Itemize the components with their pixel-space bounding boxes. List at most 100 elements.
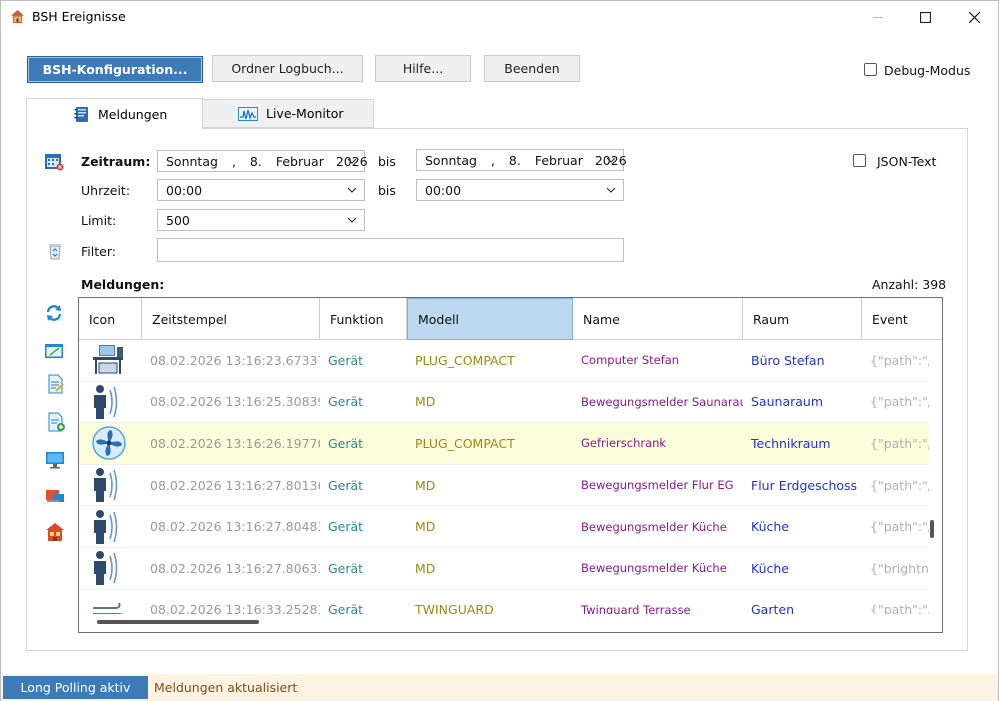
computer-desk-icon: [79, 340, 142, 381]
cell-name: Bewegungsmelder Küche: [581, 561, 727, 576]
messages-table[interactable]: Icon Zeitstempel Funktion Modell Name Ra…: [78, 297, 943, 633]
date-from-picker[interactable]: Sonntag , 8. Februar 2026: [157, 150, 368, 172]
date-to-picker[interactable]: Sonntag , 8. Februar 2026: [416, 149, 627, 171]
motion-person-icon: [79, 465, 142, 506]
column-header-modell[interactable]: Modell: [407, 298, 573, 340]
cell-name: Bewegungsmelder Küche: [581, 519, 727, 534]
house-app-icon: [10, 9, 25, 24]
date-from-weekday: Sonntag: [166, 153, 218, 169]
cell-funktion: Gerät: [328, 519, 364, 535]
debug-mode-checkbox[interactable]: [864, 63, 877, 76]
chevron-down-icon: [347, 217, 357, 223]
cell-modell: TWINGUARD: [415, 602, 494, 614]
logbook-folder-button[interactable]: Ordner Logbuch...: [212, 55, 363, 82]
limit-label: Limit:: [81, 213, 117, 228]
motion-person-icon: [79, 382, 142, 423]
table-row[interactable]: 08.02.2026 13:16:33.2528123 Gerät TWINGUAR…: [79, 590, 929, 614]
app-window: BSH Ereignisse BSH-Konfiguration... Ordn…: [0, 0, 999, 701]
date-to-sep: ,: [490, 152, 495, 168]
chevron-down-icon: [347, 187, 357, 193]
bis-label-2: bis: [378, 183, 396, 198]
bis-label-1: bis: [378, 154, 396, 169]
quit-button[interactable]: Beenden: [484, 55, 580, 82]
table-row[interactable]: 08.02.2026 13:16:27.8063397 Gerät MD Bewegu…: [79, 548, 929, 590]
column-header-raum[interactable]: Raum: [743, 298, 862, 340]
cell-event: {"path":"/c: [870, 394, 929, 410]
cell-raum: Büro Stefan: [751, 352, 825, 368]
date-to-weekday: Sonntag: [425, 152, 477, 168]
cell-raum: Saunaraum: [751, 394, 823, 410]
cell-zeitstempel: 08.02.2026 13:16:26.1977096: [150, 435, 320, 451]
maximize-button[interactable]: [901, 1, 949, 33]
filter-input[interactable]: [157, 238, 624, 262]
date-from-day: 8.: [249, 153, 262, 169]
tab-meldungen-label: Meldungen: [98, 106, 168, 122]
motion-person-icon: [79, 548, 142, 589]
date-from-month: Februar: [275, 153, 324, 169]
device-icon[interactable]: [45, 485, 65, 505]
cell-raum: Küche: [751, 560, 789, 576]
cell-zeitstempel: 08.02.2026 13:16:23.6733763: [150, 352, 320, 368]
column-header-funktion[interactable]: Funktion: [320, 298, 407, 340]
table-row[interactable]: 08.02.2026 13:16:26.1977096 Gerät PLUG_COM…: [79, 423, 929, 465]
cell-event: {"path":"/c: [870, 477, 929, 493]
tab-live-monitor-label: Live-Monitor: [266, 106, 344, 121]
recycle-bin-icon[interactable]: [45, 241, 65, 261]
help-button[interactable]: Hilfe...: [375, 55, 471, 82]
cell-name: Bewegungsmelder Saunaraum: [581, 394, 743, 409]
messages-count: Anzahl: 398: [872, 277, 947, 292]
table-row[interactable]: 08.02.2026 13:16:23.6733763 Gerät PLUG_COM…: [79, 340, 929, 382]
tab-live-monitor[interactable]: Live-Monitor: [202, 99, 374, 128]
status-long-polling: Long Polling aktiv: [3, 676, 148, 699]
cell-event: {"path":"/c: [870, 352, 929, 368]
cell-event: {"path":"/c: [870, 519, 929, 535]
chevron-down-icon: [606, 187, 616, 193]
minimize-button[interactable]: [854, 1, 902, 33]
cell-modell: MD: [415, 560, 436, 576]
time-from-select[interactable]: 00:00: [157, 179, 365, 201]
close-button[interactable]: [950, 1, 998, 33]
edit-window-icon[interactable]: [44, 341, 64, 361]
cell-modell: MD: [415, 477, 436, 493]
cell-modell: PLUG_COMPACT: [415, 435, 515, 451]
column-header-icon[interactable]: Icon: [79, 298, 142, 340]
wind-icon: [79, 590, 142, 614]
cell-name: Computer Stefan: [581, 353, 680, 368]
cell-funktion: Gerät: [328, 477, 364, 493]
chevron-down-icon: [347, 158, 357, 164]
cell-event: {"brightne: [870, 560, 929, 576]
fan-icon: [79, 423, 142, 464]
cell-event: {"path":"/c: [870, 435, 929, 451]
motion-person-icon: [79, 506, 142, 547]
monitor-icon[interactable]: [45, 450, 65, 470]
date-from-sep: ,: [231, 153, 236, 169]
json-text-label: JSON-Text: [877, 154, 937, 169]
cell-raum: Technikraum: [751, 435, 831, 451]
column-header-event[interactable]: Event: [862, 298, 942, 340]
horizontal-scrollbar[interactable]: [97, 620, 259, 624]
refresh-icon[interactable]: [44, 303, 64, 323]
json-text-checkbox[interactable]: [853, 154, 866, 167]
table-row[interactable]: 08.02.2026 13:16:25.3083938 Gerät MD Bewegu…: [79, 382, 929, 424]
cell-modell: MD: [415, 519, 436, 535]
waveform-icon: [238, 106, 258, 121]
column-header-zeitstempel[interactable]: Zeitstempel: [142, 298, 320, 340]
table-row[interactable]: 08.02.2026 13:16:27.8013657 Gerät MD Bewegu…: [79, 465, 929, 507]
calendar-icon[interactable]: [44, 151, 64, 171]
cell-name: Bewegungsmelder Flur EG: [581, 478, 734, 493]
bsh-config-button[interactable]: BSH-Konfiguration...: [27, 56, 203, 83]
column-header-name[interactable]: Name: [573, 298, 743, 340]
title-bar: BSH Ereignisse: [1, 1, 998, 33]
vertical-scrollbar[interactable]: [930, 520, 934, 538]
tab-meldungen[interactable]: Meldungen: [26, 98, 203, 129]
home-icon[interactable]: [45, 522, 65, 542]
range-label: Zeitraum:: [81, 154, 151, 169]
cell-zeitstempel: 08.02.2026 13:16:27.8013657: [150, 477, 320, 493]
time-from-value: 00:00: [166, 182, 203, 198]
add-document-icon[interactable]: [46, 412, 66, 432]
limit-select[interactable]: 500: [157, 209, 365, 231]
time-to-value: 00:00: [425, 182, 462, 198]
time-to-select[interactable]: 00:00: [416, 179, 624, 201]
edit-document-icon[interactable]: [46, 374, 66, 394]
table-row[interactable]: 08.02.2026 13:16:27.8048343 Gerät MD Bewegu…: [79, 506, 929, 548]
